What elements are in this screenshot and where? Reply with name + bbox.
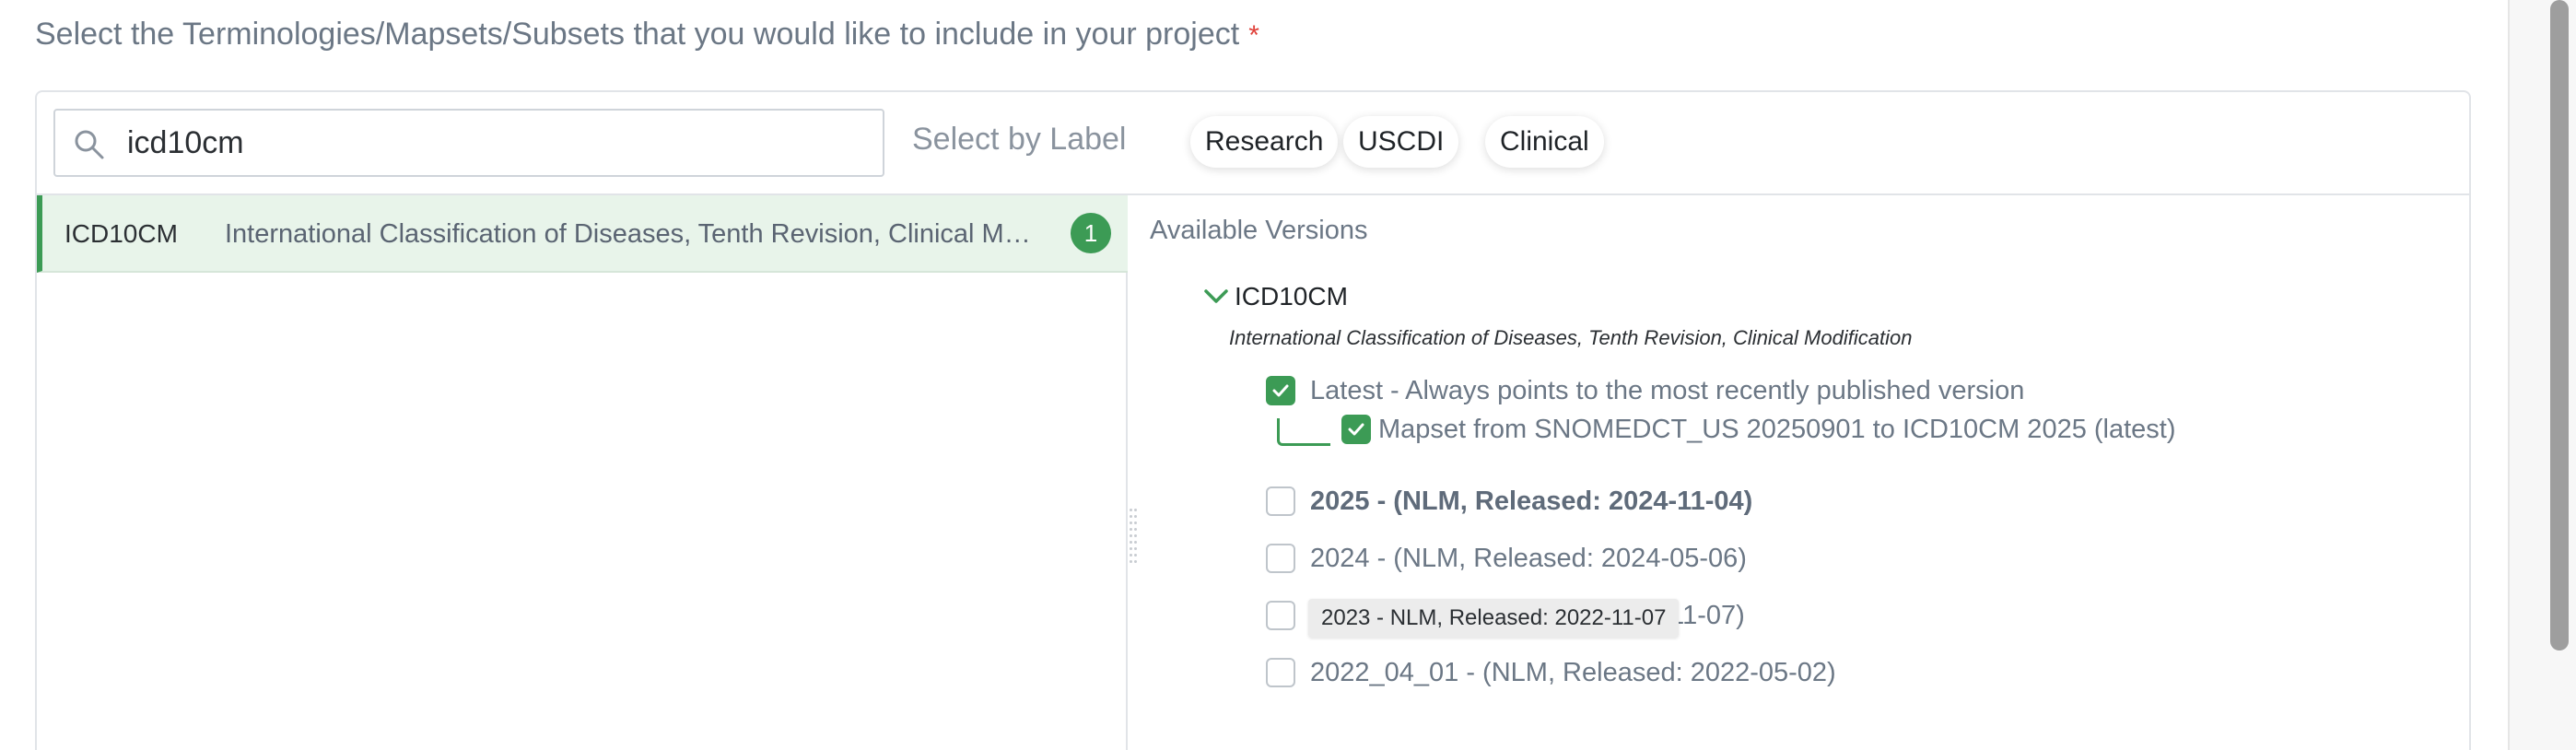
check-icon — [1348, 423, 1364, 436]
version-label-2025: 2025 - (NLM, Released: 2024-11-04) — [1310, 486, 1753, 516]
chevron-down-icon[interactable] — [1203, 287, 1229, 306]
tree-connector — [1277, 418, 1330, 446]
latest-checkbox[interactable] — [1266, 376, 1295, 405]
select-by-label-text: Select by Label — [912, 122, 1127, 157]
version-label-2024: 2024 - (NLM, Released: 2024-05-06) — [1310, 544, 1747, 573]
result-row[interactable]: ICD10CM International Classification of … — [37, 195, 1128, 273]
search-box[interactable] — [53, 109, 884, 177]
pane-resize-handle[interactable] — [1128, 509, 1139, 573]
required-asterisk: * — [1248, 20, 1259, 51]
page-heading: Select the Terminologies/Mapsets/Subsets… — [35, 17, 1259, 53]
result-code: ICD10CM — [64, 219, 178, 248]
version-checkbox-2022-04-01[interactable] — [1266, 658, 1295, 687]
versions-panel: Available Versions ICD10CM International… — [1139, 195, 2471, 750]
label-chip-clinical[interactable]: Clinical — [1485, 116, 1604, 168]
version-checkbox-2023[interactable] — [1266, 601, 1295, 630]
version-label-2022-04-01: 2022_04_01 - (NLM, Released: 2022-05-02) — [1310, 658, 1836, 687]
available-versions-title: Available Versions — [1150, 216, 1368, 245]
search-input[interactable] — [127, 120, 864, 166]
check-icon — [1272, 384, 1289, 397]
terminology-name: International Classification of Diseases… — [1229, 326, 1913, 349]
page-scrollbar[interactable] — [2508, 0, 2576, 750]
mapset-checkbox[interactable] — [1341, 415, 1371, 444]
label-chip-uscdi[interactable]: USCDI — [1343, 116, 1459, 168]
heading-text: Select the Terminologies/Mapsets/Subsets… — [35, 17, 1240, 52]
results-list: ICD10CM International Classification of … — [37, 195, 1128, 750]
label-chip-research[interactable]: Research — [1190, 116, 1339, 168]
scrollbar-thumb[interactable] — [2550, 0, 2569, 650]
version-checkbox-2025[interactable] — [1266, 486, 1295, 516]
mapset-label: Mapset from SNOMEDCT_US 20250901 to ICD1… — [1378, 415, 2176, 444]
result-description: International Classification of Diseases… — [225, 219, 1036, 249]
version-checkbox-2024[interactable] — [1266, 544, 1295, 573]
version-tooltip: 2023 - NLM, Released: 2022-11-07 — [1308, 599, 1680, 638]
selected-count-badge: 1 — [1071, 213, 1111, 253]
latest-label: Latest - Always points to the most recen… — [1310, 376, 2025, 405]
terminology-code[interactable]: ICD10CM — [1235, 282, 1348, 311]
selection-panel: Select by Label Research USCDI Clinical … — [35, 90, 2471, 750]
filter-toolbar: Select by Label Research USCDI Clinical — [37, 92, 2469, 195]
search-icon — [75, 130, 104, 159]
